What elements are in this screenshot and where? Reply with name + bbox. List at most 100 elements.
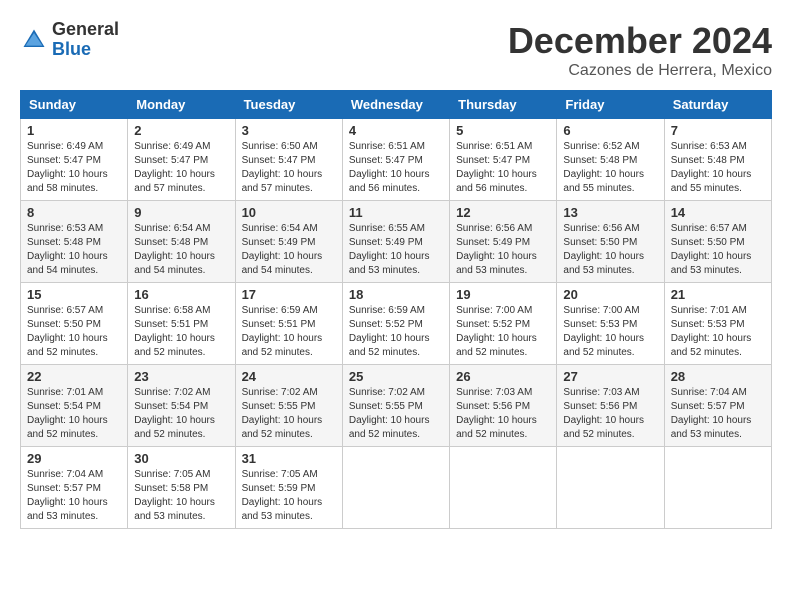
weekday-header-cell: Sunday (21, 91, 128, 119)
calendar-cell (450, 447, 557, 529)
calendar-cell: 10 Sunrise: 6:54 AMSunset: 5:49 PMDaylig… (235, 201, 342, 283)
calendar-cell: 17 Sunrise: 6:59 AMSunset: 5:51 PMDaylig… (235, 283, 342, 365)
calendar-cell: 20 Sunrise: 7:00 AMSunset: 5:53 PMDaylig… (557, 283, 664, 365)
day-number: 11 (349, 205, 443, 220)
day-number: 14 (671, 205, 765, 220)
day-number: 13 (563, 205, 657, 220)
calendar-cell: 5 Sunrise: 6:51 AMSunset: 5:47 PMDayligh… (450, 119, 557, 201)
weekday-header-cell: Monday (128, 91, 235, 119)
logo-general-text: General (52, 20, 119, 40)
calendar-week-row: 15 Sunrise: 6:57 AMSunset: 5:50 PMDaylig… (21, 283, 772, 365)
logo: General Blue (20, 20, 119, 60)
day-number: 31 (242, 451, 336, 466)
calendar-cell: 26 Sunrise: 7:03 AMSunset: 5:56 PMDaylig… (450, 365, 557, 447)
day-number: 6 (563, 123, 657, 138)
calendar-cell: 18 Sunrise: 6:59 AMSunset: 5:52 PMDaylig… (342, 283, 449, 365)
calendar-week-row: 22 Sunrise: 7:01 AMSunset: 5:54 PMDaylig… (21, 365, 772, 447)
day-info: Sunrise: 6:53 AMSunset: 5:48 PMDaylight:… (27, 223, 108, 276)
day-number: 29 (27, 451, 121, 466)
day-number: 1 (27, 123, 121, 138)
calendar-cell: 1 Sunrise: 6:49 AMSunset: 5:47 PMDayligh… (21, 119, 128, 201)
day-info: Sunrise: 6:51 AMSunset: 5:47 PMDaylight:… (349, 141, 430, 194)
calendar-cell: 25 Sunrise: 7:02 AMSunset: 5:55 PMDaylig… (342, 365, 449, 447)
day-info: Sunrise: 7:01 AMSunset: 5:54 PMDaylight:… (27, 387, 108, 440)
day-info: Sunrise: 7:02 AMSunset: 5:55 PMDaylight:… (242, 387, 323, 440)
day-number: 23 (134, 369, 228, 384)
logo-icon (20, 26, 48, 54)
day-info: Sunrise: 7:04 AMSunset: 5:57 PMDaylight:… (27, 469, 108, 522)
weekday-header-cell: Friday (557, 91, 664, 119)
day-number: 2 (134, 123, 228, 138)
day-number: 3 (242, 123, 336, 138)
weekday-header-cell: Tuesday (235, 91, 342, 119)
calendar-cell: 7 Sunrise: 6:53 AMSunset: 5:48 PMDayligh… (664, 119, 771, 201)
day-info: Sunrise: 6:52 AMSunset: 5:48 PMDaylight:… (563, 141, 644, 194)
calendar-cell: 31 Sunrise: 7:05 AMSunset: 5:59 PMDaylig… (235, 447, 342, 529)
calendar-cell: 27 Sunrise: 7:03 AMSunset: 5:56 PMDaylig… (557, 365, 664, 447)
calendar-cell: 8 Sunrise: 6:53 AMSunset: 5:48 PMDayligh… (21, 201, 128, 283)
calendar-cell: 6 Sunrise: 6:52 AMSunset: 5:48 PMDayligh… (557, 119, 664, 201)
day-number: 28 (671, 369, 765, 384)
day-info: Sunrise: 7:02 AMSunset: 5:54 PMDaylight:… (134, 387, 215, 440)
day-info: Sunrise: 7:03 AMSunset: 5:56 PMDaylight:… (563, 387, 644, 440)
calendar-cell: 3 Sunrise: 6:50 AMSunset: 5:47 PMDayligh… (235, 119, 342, 201)
calendar-week-row: 29 Sunrise: 7:04 AMSunset: 5:57 PMDaylig… (21, 447, 772, 529)
day-number: 10 (242, 205, 336, 220)
calendar-cell: 14 Sunrise: 6:57 AMSunset: 5:50 PMDaylig… (664, 201, 771, 283)
calendar-week-row: 8 Sunrise: 6:53 AMSunset: 5:48 PMDayligh… (21, 201, 772, 283)
calendar-cell: 9 Sunrise: 6:54 AMSunset: 5:48 PMDayligh… (128, 201, 235, 283)
calendar-cell: 28 Sunrise: 7:04 AMSunset: 5:57 PMDaylig… (664, 365, 771, 447)
day-info: Sunrise: 7:02 AMSunset: 5:55 PMDaylight:… (349, 387, 430, 440)
calendar-cell: 29 Sunrise: 7:04 AMSunset: 5:57 PMDaylig… (21, 447, 128, 529)
calendar-body: 1 Sunrise: 6:49 AMSunset: 5:47 PMDayligh… (21, 119, 772, 529)
day-info: Sunrise: 6:57 AMSunset: 5:50 PMDaylight:… (671, 223, 752, 276)
day-number: 22 (27, 369, 121, 384)
day-info: Sunrise: 7:05 AMSunset: 5:58 PMDaylight:… (134, 469, 215, 522)
day-info: Sunrise: 6:53 AMSunset: 5:48 PMDaylight:… (671, 141, 752, 194)
calendar-cell: 24 Sunrise: 7:02 AMSunset: 5:55 PMDaylig… (235, 365, 342, 447)
day-number: 9 (134, 205, 228, 220)
calendar-cell (557, 447, 664, 529)
weekday-header-cell: Thursday (450, 91, 557, 119)
day-info: Sunrise: 6:49 AMSunset: 5:47 PMDaylight:… (134, 141, 215, 194)
header: General Blue December 2024 Cazones de He… (20, 20, 772, 80)
day-info: Sunrise: 6:57 AMSunset: 5:50 PMDaylight:… (27, 305, 108, 358)
logo-blue-text: Blue (52, 40, 119, 60)
day-number: 24 (242, 369, 336, 384)
day-number: 25 (349, 369, 443, 384)
weekday-header-cell: Wednesday (342, 91, 449, 119)
day-number: 16 (134, 287, 228, 302)
day-info: Sunrise: 6:58 AMSunset: 5:51 PMDaylight:… (134, 305, 215, 358)
day-number: 20 (563, 287, 657, 302)
calendar-cell: 4 Sunrise: 6:51 AMSunset: 5:47 PMDayligh… (342, 119, 449, 201)
weekday-header-row: SundayMondayTuesdayWednesdayThursdayFrid… (21, 91, 772, 119)
day-info: Sunrise: 7:03 AMSunset: 5:56 PMDaylight:… (456, 387, 537, 440)
day-info: Sunrise: 7:00 AMSunset: 5:52 PMDaylight:… (456, 305, 537, 358)
day-info: Sunrise: 7:00 AMSunset: 5:53 PMDaylight:… (563, 305, 644, 358)
calendar-cell: 30 Sunrise: 7:05 AMSunset: 5:58 PMDaylig… (128, 447, 235, 529)
day-number: 15 (27, 287, 121, 302)
calendar-cell (664, 447, 771, 529)
day-number: 4 (349, 123, 443, 138)
location-title: Cazones de Herrera, Mexico (508, 62, 772, 80)
day-info: Sunrise: 7:04 AMSunset: 5:57 PMDaylight:… (671, 387, 752, 440)
calendar: SundayMondayTuesdayWednesdayThursdayFrid… (20, 90, 772, 529)
day-info: Sunrise: 6:59 AMSunset: 5:52 PMDaylight:… (349, 305, 430, 358)
day-number: 18 (349, 287, 443, 302)
day-number: 21 (671, 287, 765, 302)
day-number: 30 (134, 451, 228, 466)
calendar-week-row: 1 Sunrise: 6:49 AMSunset: 5:47 PMDayligh… (21, 119, 772, 201)
calendar-cell: 21 Sunrise: 7:01 AMSunset: 5:53 PMDaylig… (664, 283, 771, 365)
calendar-cell: 19 Sunrise: 7:00 AMSunset: 5:52 PMDaylig… (450, 283, 557, 365)
logo-text: General Blue (52, 20, 119, 60)
calendar-cell (342, 447, 449, 529)
day-info: Sunrise: 6:50 AMSunset: 5:47 PMDaylight:… (242, 141, 323, 194)
day-info: Sunrise: 6:54 AMSunset: 5:48 PMDaylight:… (134, 223, 215, 276)
calendar-cell: 11 Sunrise: 6:55 AMSunset: 5:49 PMDaylig… (342, 201, 449, 283)
calendar-cell: 15 Sunrise: 6:57 AMSunset: 5:50 PMDaylig… (21, 283, 128, 365)
calendar-cell: 23 Sunrise: 7:02 AMSunset: 5:54 PMDaylig… (128, 365, 235, 447)
calendar-cell: 12 Sunrise: 6:56 AMSunset: 5:49 PMDaylig… (450, 201, 557, 283)
day-number: 26 (456, 369, 550, 384)
calendar-cell: 22 Sunrise: 7:01 AMSunset: 5:54 PMDaylig… (21, 365, 128, 447)
calendar-cell: 13 Sunrise: 6:56 AMSunset: 5:50 PMDaylig… (557, 201, 664, 283)
